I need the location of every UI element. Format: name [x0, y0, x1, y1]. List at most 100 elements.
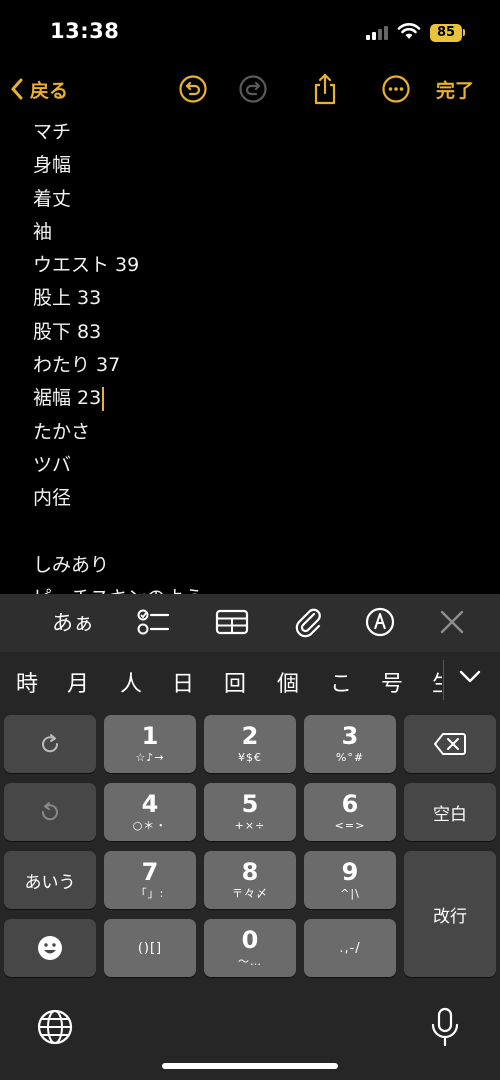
candidate-item[interactable]: 号	[381, 666, 403, 698]
checklist-icon[interactable]	[136, 604, 172, 640]
return-key-label: 改行	[433, 906, 467, 927]
redo-icon[interactable]	[238, 74, 268, 104]
key-1[interactable]: 1 ☆♪→	[104, 715, 196, 773]
kana-mode-key[interactable]: あいう	[4, 851, 96, 909]
space-key-label: 空白	[433, 804, 467, 825]
key-sub-label: 〒々〆	[232, 887, 268, 900]
paperclip-icon[interactable]	[290, 604, 326, 640]
key-main-label: 8	[241, 858, 259, 886]
key-main-label: 3	[341, 722, 359, 750]
markup-pen-icon[interactable]	[362, 604, 398, 640]
punctuation-key-label: .,-/	[339, 941, 361, 956]
back-label: 戻る	[30, 79, 69, 102]
candidate-item[interactable]: 月	[67, 666, 89, 698]
key-main-label: 0	[241, 926, 259, 954]
candidate-item[interactable]: 生	[432, 666, 442, 698]
kana-mode-label: あいう	[24, 872, 76, 893]
key-0[interactable]: 0 〜…	[204, 919, 296, 977]
done-button[interactable]: 完了	[436, 76, 474, 103]
microphone-icon[interactable]	[428, 1006, 462, 1048]
note-line-text: 裾幅 23	[33, 387, 102, 410]
key-main-label: 5	[241, 790, 259, 818]
candidate-bar: 時 月 人 日 回 個 こ 号 生	[0, 652, 500, 708]
key-sub-label: <=>	[334, 819, 366, 832]
key-5[interactable]: 5 +×÷	[204, 783, 296, 841]
note-line-with-cursor: 裾幅 23	[33, 382, 473, 415]
close-icon[interactable]	[434, 604, 470, 640]
candidate-item[interactable]: 時	[16, 666, 38, 698]
note-line-empty	[33, 516, 473, 549]
text-format-button[interactable]: あぁ	[46, 604, 100, 640]
key-sub-label: ^|\	[340, 887, 360, 900]
chevron-down-icon[interactable]	[458, 668, 482, 686]
key-main-label: 4	[141, 790, 159, 818]
cellular-signal-icon	[366, 26, 388, 40]
globe-icon[interactable]	[36, 1008, 74, 1046]
note-line: 股上 33	[33, 287, 102, 310]
battery-cap	[463, 29, 465, 36]
backspace-icon	[434, 733, 466, 755]
candidate-item[interactable]: 個	[277, 666, 299, 698]
undo-key[interactable]	[4, 783, 96, 841]
status-bar: 13:38 85	[0, 0, 500, 64]
note-line: ピーチスキンのよう	[33, 582, 473, 594]
note-line: ツバ	[33, 453, 72, 476]
note-line: たかさ	[33, 420, 91, 443]
text-cursor	[102, 386, 105, 411]
home-indicator[interactable]	[162, 1063, 338, 1069]
chevron-left-icon	[11, 78, 23, 100]
note-line: ウエスト 39	[33, 254, 140, 277]
key-7[interactable]: 7 「」:	[104, 851, 196, 909]
candidate-divider	[443, 660, 444, 700]
key-9[interactable]: 9 ^|\	[304, 851, 396, 909]
note-line: 袖	[33, 220, 53, 243]
brackets-key[interactable]: ()[]	[104, 919, 196, 977]
candidate-item[interactable]: こ	[330, 666, 352, 698]
key-6[interactable]: 6 <=>	[304, 783, 396, 841]
note-line: 着丈	[33, 187, 72, 210]
key-8[interactable]: 8 〒々〆	[204, 851, 296, 909]
key-sub-label: ○＊・	[132, 819, 168, 832]
key-sub-label: ☆♪→	[135, 751, 165, 764]
note-line: しみあり	[33, 553, 110, 576]
note-line: 身幅	[33, 154, 72, 177]
emoji-icon	[38, 936, 62, 960]
key-main-label: 9	[341, 858, 359, 886]
key-main-label: 1	[141, 722, 159, 750]
key-sub-label: 「」:	[135, 887, 165, 900]
undo-icon[interactable]	[178, 74, 208, 104]
note-line: マチ	[33, 121, 72, 143]
key-sub-label: %°#	[335, 751, 365, 764]
punctuation-key[interactable]: .,-/	[304, 919, 396, 977]
key-3[interactable]: 3 %°#	[304, 715, 396, 773]
share-icon[interactable]	[310, 72, 340, 106]
redo-key[interactable]	[4, 715, 96, 773]
note-line: わたり 37	[33, 354, 121, 377]
emoji-key[interactable]	[4, 919, 96, 977]
key-main-label: 7	[141, 858, 159, 886]
back-button[interactable]: 戻る	[10, 74, 68, 104]
candidate-item[interactable]: 人	[120, 666, 142, 698]
more-options-icon[interactable]	[381, 74, 411, 104]
wifi-icon	[397, 23, 421, 39]
key-sub-label: +×÷	[234, 819, 266, 832]
key-sub-label: ¥$€	[238, 751, 262, 764]
note-line: 股下 83	[33, 320, 102, 343]
candidate-item[interactable]: 回	[224, 666, 246, 698]
space-key[interactable]: 空白	[404, 783, 496, 841]
status-time: 13:38	[50, 19, 120, 43]
key-2[interactable]: 2 ¥$€	[204, 715, 296, 773]
brackets-key-label: ()[]	[137, 941, 163, 956]
key-main-label: 2	[241, 722, 259, 750]
note-body[interactable]: マチ 身幅 着丈 袖 ウエスト 39 股上 33 股下 83 わたり 37 裾幅…	[33, 116, 473, 594]
candidate-item[interactable]: 日	[172, 666, 194, 698]
table-icon[interactable]	[214, 604, 250, 640]
return-key[interactable]: 改行	[404, 851, 496, 977]
format-toolbar: あぁ	[0, 594, 500, 652]
key-main-label: 6	[341, 790, 359, 818]
undo-arrow-icon	[41, 802, 58, 821]
note-line: 内径	[33, 487, 72, 510]
key-4[interactable]: 4 ○＊・	[104, 783, 196, 841]
redo-arrow-icon	[42, 734, 59, 753]
delete-key[interactable]	[404, 715, 496, 773]
